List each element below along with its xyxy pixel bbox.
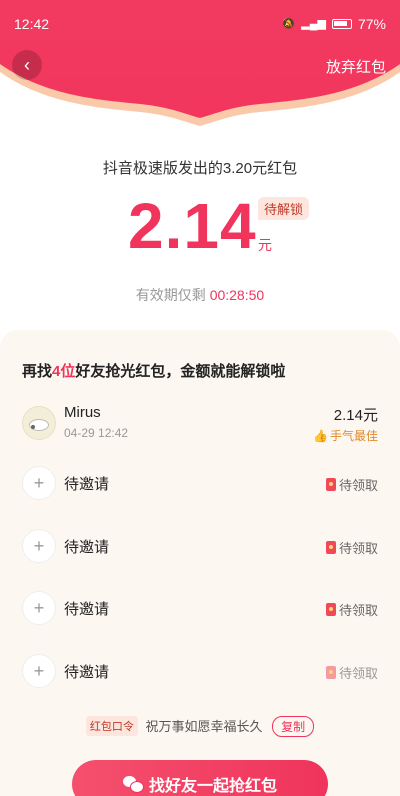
amount-unit: 元 <box>258 237 272 253</box>
signal-icon: ▂▄▆ <box>301 18 326 30</box>
title-highlight: 4位 <box>52 363 76 380</box>
invite-row[interactable]: + 待邀请 待领取 <box>0 466 400 516</box>
claimer-name: Mirus <box>64 404 101 421</box>
locked-badge: 待解锁 <box>258 197 310 220</box>
plus-icon[interactable]: + <box>22 529 56 563</box>
red-envelope-icon <box>325 541 336 554</box>
red-envelope-icon <box>325 603 336 616</box>
packet-amount: 2.14 <box>128 190 257 262</box>
title-prefix: 再找 <box>22 363 53 380</box>
cta-label: 找好友一起抢红包 <box>148 778 277 795</box>
give-up-button[interactable]: 放弃红包 <box>326 56 386 77</box>
pending-status: 待领取 <box>325 663 378 682</box>
back-button[interactable]: ‹ <box>12 50 42 80</box>
chevron-left-icon: ‹ <box>24 54 30 75</box>
pending-status: 待领取 <box>325 600 378 619</box>
claim-date: 04-29 12:42 <box>64 426 129 440</box>
red-envelope-icon <box>325 666 336 679</box>
password-text: 祝万事如愿幸福长久 <box>145 719 263 734</box>
best-luck-badge: 👍 手气最佳 <box>313 427 378 444</box>
claim-amount: 2.14元 <box>333 407 378 424</box>
invite-label: 待邀请 <box>64 476 110 493</box>
plus-icon[interactable]: + <box>22 591 56 625</box>
copy-button[interactable]: 复制 <box>272 716 315 737</box>
password-tag: 红包口令 <box>85 716 138 736</box>
amount-row: 2.14 待解锁 元 <box>0 190 400 267</box>
red-envelope-icon <box>325 478 336 491</box>
invite-friends-button[interactable]: 找好友一起抢红包 <box>72 760 328 796</box>
invite-label: 待邀请 <box>64 664 110 681</box>
mute-icon: 🔕 <box>281 18 296 30</box>
plus-icon[interactable]: + <box>22 654 56 688</box>
best-luck-label: 手气最佳 <box>329 429 378 443</box>
expire-label: 有效期仅剩 <box>135 287 206 303</box>
plus-icon[interactable]: + <box>22 466 56 500</box>
invite-row[interactable]: + 待邀请 待领取 <box>0 654 400 704</box>
invite-row[interactable]: + 待邀请 待领取 <box>0 529 400 579</box>
claimed-row: Mirus 04-29 12:42 2.14元 👍 手气最佳 <box>0 404 400 454</box>
invite-row[interactable]: + 待邀请 待领取 <box>0 591 400 641</box>
header: 12:42 🔕 ▂▄▆ 77% ‹ 放弃红包 <box>0 0 400 130</box>
status-time: 12:42 <box>14 16 50 32</box>
packet-subtitle: 抖音极速版发出的3.20元红包 <box>102 160 298 177</box>
thumb-up-icon: 👍 <box>313 428 328 443</box>
battery-level: 77% <box>357 16 386 32</box>
title-suffix: 好友抢光红包，金额就能解锁啦 <box>75 363 286 380</box>
avatar <box>22 406 56 440</box>
expire-countdown: 00:28:50 <box>209 287 265 303</box>
battery-icon <box>331 19 352 29</box>
expire-info: 有效期仅剩 00:28:50 <box>0 285 400 305</box>
invite-label: 待邀请 <box>64 601 110 618</box>
password-row: 红包口令 祝万事如愿幸福长久 复制 <box>0 716 400 737</box>
wechat-icon <box>122 776 144 793</box>
pending-status: 待领取 <box>325 475 378 494</box>
status-bar: 12:42 🔕 ▂▄▆ 77% <box>0 0 400 48</box>
card-title: 再找4位好友抢光红包，金额就能解锁啦 <box>22 360 285 381</box>
pending-status: 待领取 <box>325 538 378 557</box>
invite-label: 待邀请 <box>64 539 110 556</box>
